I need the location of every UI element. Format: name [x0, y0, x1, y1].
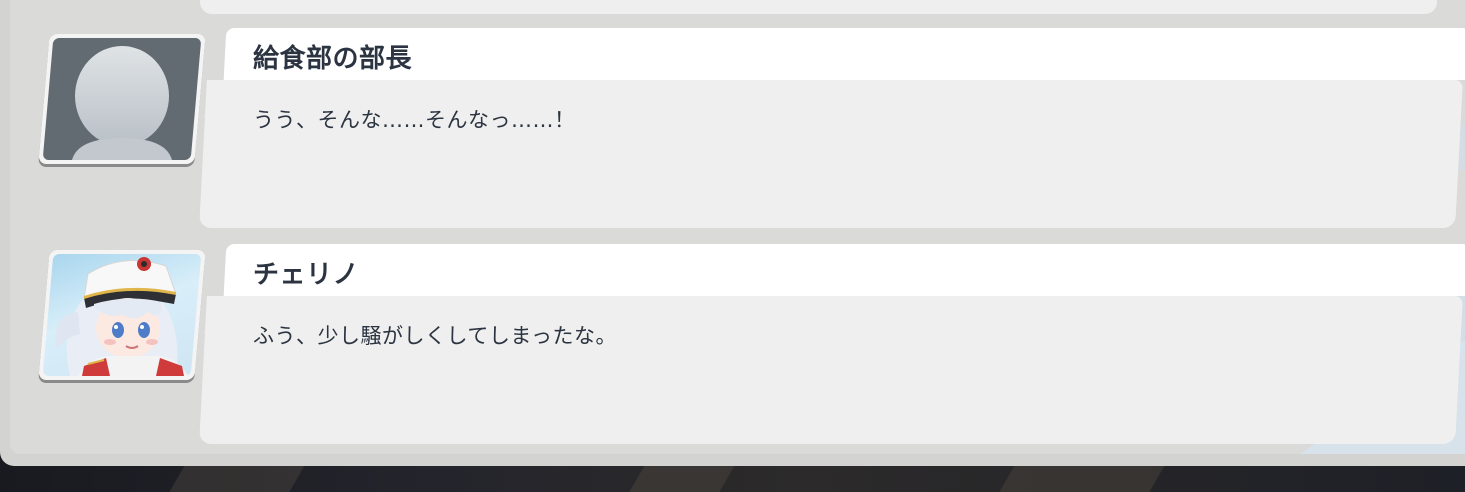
speaker-name-bar — [223, 244, 1465, 296]
message-body — [199, 80, 1463, 228]
log-entry: 給食部の部長 うう、そんな……そんなっ……！ — [10, 28, 1465, 233]
log-entry: チェリノ ふう、少し騒がしくしてしまったな。 — [10, 244, 1465, 449]
previous-message-bubble — [200, 0, 1437, 14]
silhouette-placeholder-icon — [42, 38, 202, 160]
message-text: うう、そんな……そんなっ……！ — [253, 108, 576, 132]
cherino-portrait — [42, 254, 202, 376]
dialogue-log-scroll-area[interactable]: 給食部の部長 うう、そんな……そんなっ……！ チェリノ ふう、少し騒がしくしてし… — [10, 0, 1465, 454]
speaker-name: チェリノ — [253, 260, 360, 290]
dialogue-log-panel[interactable]: 給食部の部長 うう、そんな……そんなっ……！ チェリノ ふう、少し騒がしくしてし… — [0, 0, 1465, 466]
message-text: ふう、少し騒がしくしてしまったな。 — [253, 324, 618, 348]
message-body — [199, 296, 1463, 444]
speaker-avatar — [38, 250, 206, 380]
speaker-avatar — [38, 34, 206, 164]
speaker-name: 給食部の部長 — [253, 44, 413, 74]
